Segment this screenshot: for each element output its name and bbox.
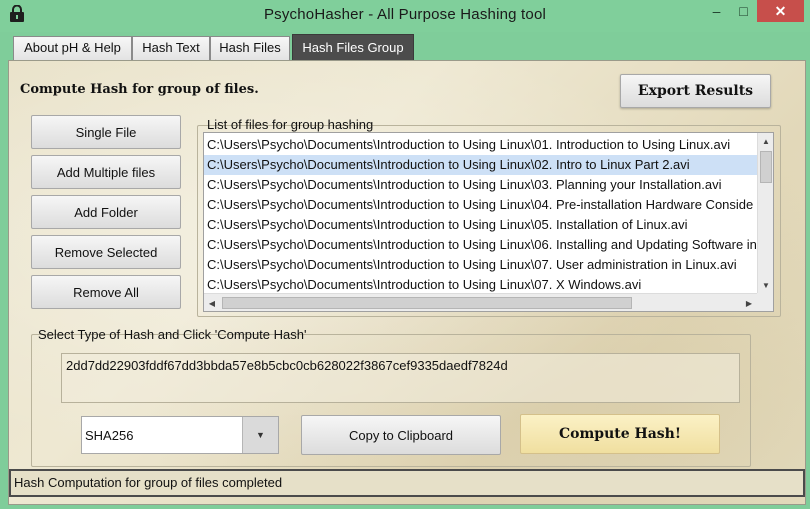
tab-hash-files-group[interactable]: Hash Files Group [292, 34, 414, 60]
remove-all-button[interactable]: Remove All [31, 275, 181, 309]
maximize-button[interactable]: □ [730, 0, 757, 22]
scroll-up-icon[interactable]: ▲ [758, 133, 773, 149]
list-item-selected[interactable]: C:\Users\Psycho\Documents\Introduction t… [204, 155, 757, 175]
single-file-button[interactable]: Single File [31, 115, 181, 149]
add-folder-button[interactable]: Add Folder [31, 195, 181, 229]
hash-files-group-panel: Compute Hash for group of files. Export … [8, 60, 806, 505]
file-list-label: List of files for group hashing [207, 117, 374, 132]
copy-to-clipboard-button[interactable]: Copy to Clipboard [301, 415, 501, 455]
tab-hash-files[interactable]: Hash Files [210, 36, 290, 60]
tab-about[interactable]: About pH & Help [13, 36, 132, 60]
file-listbox[interactable]: C:\Users\Psycho\Documents\Introduction t… [203, 132, 774, 312]
status-bar: Hash Computation for group of files comp… [9, 469, 805, 497]
scroll-down-icon[interactable]: ▼ [758, 277, 773, 293]
vertical-scrollbar[interactable]: ▲ ▼ [757, 133, 773, 293]
tab-hash-text[interactable]: Hash Text [132, 36, 210, 60]
compute-hash-button[interactable]: Compute Hash! [520, 414, 720, 454]
file-list-items: C:\Users\Psycho\Documents\Introduction t… [204, 135, 757, 293]
list-item[interactable]: C:\Users\Psycho\Documents\Introduction t… [204, 135, 757, 155]
list-item[interactable]: C:\Users\Psycho\Documents\Introduction t… [204, 195, 757, 215]
hash-type-label: Select Type of Hash and Click 'Compute H… [38, 327, 307, 342]
hash-algorithm-value: SHA256 [85, 428, 134, 443]
horizontal-scroll-thumb[interactable] [222, 297, 632, 309]
remove-selected-button[interactable]: Remove Selected [31, 235, 181, 269]
section-heading: Compute Hash for group of files. [20, 82, 259, 97]
minimize-button[interactable]: – [703, 0, 730, 22]
chevron-down-icon[interactable]: ▼ [242, 417, 278, 453]
list-item[interactable]: C:\Users\Psycho\Documents\Introduction t… [204, 215, 757, 235]
horizontal-scrollbar[interactable]: ◀ ▶ [204, 293, 757, 311]
vertical-scroll-thumb[interactable] [760, 151, 772, 183]
scroll-corner [757, 293, 773, 311]
title-bar: PsychoHasher - All Purpose Hashing tool … [0, 0, 810, 32]
list-item[interactable]: C:\Users\Psycho\Documents\Introduction t… [204, 235, 757, 255]
hash-output-field[interactable]: 2dd7dd22903fddf67dd3bbda57e8b5cbc0cb6280… [61, 353, 740, 403]
add-multiple-files-button[interactable]: Add Multiple files [31, 155, 181, 189]
list-item[interactable]: C:\Users\Psycho\Documents\Introduction t… [204, 275, 757, 293]
list-item[interactable]: C:\Users\Psycho\Documents\Introduction t… [204, 255, 757, 275]
export-results-button[interactable]: Export Results [620, 74, 771, 108]
window-title: PsychoHasher - All Purpose Hashing tool [263, 6, 547, 23]
close-button[interactable]: ✕ [757, 0, 804, 22]
hash-algorithm-select[interactable]: SHA256 ▼ [81, 416, 279, 454]
scroll-left-icon[interactable]: ◀ [204, 294, 220, 311]
list-item[interactable]: C:\Users\Psycho\Documents\Introduction t… [204, 175, 757, 195]
scroll-right-icon[interactable]: ▶ [741, 294, 757, 311]
